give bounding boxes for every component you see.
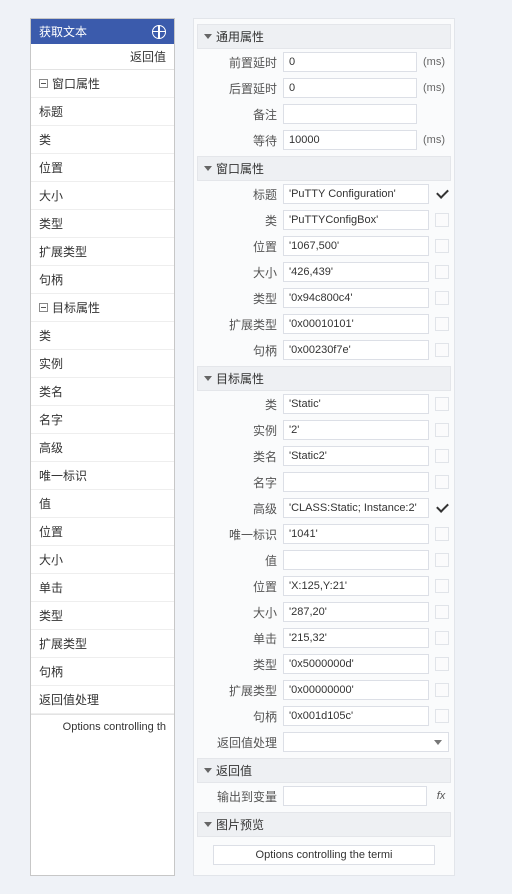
checkbox[interactable] (435, 265, 449, 279)
checkbox[interactable] (435, 213, 449, 227)
checkbox[interactable] (435, 475, 449, 489)
tree-item[interactable]: 标题 (31, 98, 174, 126)
target-adv-input[interactable]: 'CLASS:Static; Instance:2' (283, 498, 429, 518)
group-target-props[interactable]: 目标属性 (31, 294, 174, 322)
window-title-input[interactable]: 'PuTTY Configuration' (283, 184, 429, 204)
tree-item[interactable]: 类 (31, 126, 174, 154)
fx-icon[interactable]: fx (433, 790, 449, 802)
target-class-input[interactable]: 'Static' (283, 394, 429, 414)
chevron-down-icon (204, 822, 212, 827)
return-proc-dropdown[interactable] (283, 732, 449, 752)
window-size-input[interactable]: '426,439' (283, 262, 429, 282)
target-instance-input[interactable]: '2' (283, 420, 429, 440)
section-image-preview[interactable]: 图片预览 (197, 812, 451, 837)
target-classname-input[interactable]: 'Static2' (283, 446, 429, 466)
tree-item[interactable]: 值 (31, 490, 174, 518)
checkbox[interactable] (435, 709, 449, 723)
chevron-down-icon (204, 34, 212, 39)
checkbox[interactable] (435, 397, 449, 411)
checkbox[interactable] (435, 579, 449, 593)
row-wait: 等待 10000 (ms) (197, 127, 451, 153)
row-pre-delay: 前置延时 0 (ms) (197, 49, 451, 75)
tree-item[interactable]: 唯一标识 (31, 462, 174, 490)
target-ext-input[interactable]: '0x00000000' (283, 680, 429, 700)
move-target-icon[interactable] (152, 25, 166, 39)
checkbox[interactable] (435, 423, 449, 437)
window-handle-input[interactable]: '0x00230f7e' (283, 340, 429, 360)
pre-delay-input[interactable]: 0 (283, 52, 417, 72)
window-ext-input[interactable]: '0x00010101' (283, 314, 429, 334)
property-tree: 窗口属性 标题 类 位置 大小 类型 扩展类型 句柄 目标属性 类 实例 类名 … (31, 70, 174, 714)
tree-item[interactable]: 类 (31, 322, 174, 350)
checkbox[interactable] (435, 291, 449, 305)
wait-input[interactable]: 10000 (283, 130, 417, 150)
section-target[interactable]: 目标属性 (197, 366, 451, 391)
checkbox[interactable] (435, 605, 449, 619)
checkbox[interactable] (435, 343, 449, 357)
tree-item[interactable]: 句柄 (31, 266, 174, 294)
row-output-variable: 输出到变量 fx (197, 783, 451, 809)
tree-item[interactable]: 返回值处理 (31, 686, 174, 714)
tree-item[interactable]: 类名 (31, 378, 174, 406)
checkbox[interactable] (435, 553, 449, 567)
checkbox[interactable] (435, 239, 449, 253)
checkbox[interactable] (435, 683, 449, 697)
tree-item[interactable]: 扩展类型 (31, 630, 174, 658)
output-variable-input[interactable] (283, 786, 427, 806)
row-post-delay: 后置延时 0 (ms) (197, 75, 451, 101)
tree-item[interactable]: 位置 (31, 518, 174, 546)
tree-item[interactable]: 名字 (31, 406, 174, 434)
preview-text: Options controlling the termi (213, 845, 435, 865)
chevron-down-icon (204, 768, 212, 773)
checkbox[interactable] (435, 527, 449, 541)
return-value-label: 返回值 (31, 44, 174, 70)
checkbox[interactable] (435, 657, 449, 671)
target-handle-input[interactable]: '0x001d105c' (283, 706, 429, 726)
chevron-down-icon (204, 166, 212, 171)
tree-item[interactable]: 大小 (31, 182, 174, 210)
tree-item[interactable]: 大小 (31, 546, 174, 574)
tree-item[interactable]: 实例 (31, 350, 174, 378)
target-val-input[interactable] (283, 550, 429, 570)
remark-input[interactable] (283, 104, 417, 124)
collapse-icon[interactable] (39, 79, 48, 88)
post-delay-input[interactable]: 0 (283, 78, 417, 98)
target-size-input[interactable]: '287,20' (283, 602, 429, 622)
target-type-input[interactable]: '0x5000000d' (283, 654, 429, 674)
target-pos-input[interactable]: 'X:125,Y:21' (283, 576, 429, 596)
block-footer-preview: Options controlling th (31, 714, 174, 739)
checkbox[interactable] (435, 631, 449, 645)
row-remark: 备注 (197, 101, 451, 127)
tree-item[interactable]: 单击 (31, 574, 174, 602)
target-uid-input[interactable]: '1041' (283, 524, 429, 544)
tree-item[interactable]: 位置 (31, 154, 174, 182)
window-class-input[interactable]: 'PuTTYConfigBox' (283, 210, 429, 230)
target-click-input[interactable]: '215,32' (283, 628, 429, 648)
section-general[interactable]: 通用属性 (197, 24, 451, 49)
checkbox[interactable] (435, 449, 449, 463)
tree-item[interactable]: 扩展类型 (31, 238, 174, 266)
section-return[interactable]: 返回值 (197, 758, 451, 783)
window-type-input[interactable]: '0x94c800c4' (283, 288, 429, 308)
block-title: 获取文本 (39, 23, 87, 40)
collapse-icon[interactable] (39, 303, 48, 312)
window-pos-input[interactable]: '1067,500' (283, 236, 429, 256)
tree-item[interactable]: 类型 (31, 210, 174, 238)
checkbox[interactable] (435, 317, 449, 331)
tree-item[interactable]: 类型 (31, 602, 174, 630)
section-window[interactable]: 窗口属性 (197, 156, 451, 181)
check-icon[interactable] (435, 187, 449, 201)
chevron-down-icon (434, 740, 442, 745)
row-return-processing: 返回值处理 (197, 729, 451, 755)
block-header[interactable]: 获取文本 (31, 19, 174, 44)
tree-item[interactable]: 高级 (31, 434, 174, 462)
target-name-input[interactable] (283, 472, 429, 492)
check-icon[interactable] (435, 501, 449, 515)
chevron-down-icon (204, 376, 212, 381)
action-block: 获取文本 返回值 窗口属性 标题 类 位置 大小 类型 扩展类型 句柄 目标属性… (30, 18, 175, 876)
properties-panel: 通用属性 前置延时 0 (ms) 后置延时 0 (ms) 备注 等待 10000… (193, 18, 455, 876)
group-window-props[interactable]: 窗口属性 (31, 70, 174, 98)
tree-item[interactable]: 句柄 (31, 658, 174, 686)
